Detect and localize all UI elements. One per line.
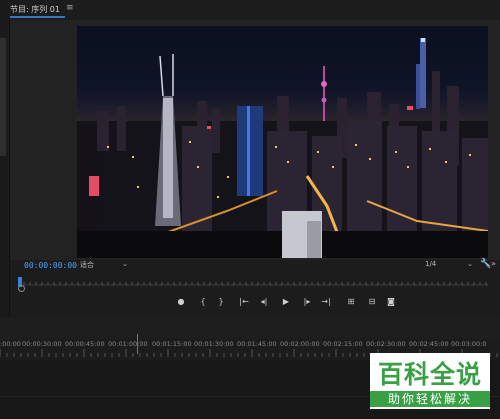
left-panel-strip bbox=[0, 0, 8, 320]
ruler-label: 00:01:30:00 bbox=[194, 340, 234, 348]
ruler-label: 00:02:00:00 bbox=[280, 340, 320, 348]
program-monitor-tab[interactable]: 节目: 序列 01 bbox=[10, 4, 60, 15]
ruler-label: 00:01:45:00 bbox=[237, 340, 277, 348]
timeline-playhead[interactable] bbox=[137, 334, 138, 354]
go-to-in-icon[interactable]: |← bbox=[238, 296, 250, 308]
mark-out-icon[interactable]: } bbox=[215, 296, 227, 308]
settings-wrench-icon[interactable]: 🔧 bbox=[480, 259, 491, 269]
timeline-header bbox=[0, 318, 500, 338]
go-to-out-icon[interactable]: →| bbox=[320, 296, 332, 308]
ruler-label: 00:02:45:00 bbox=[409, 340, 449, 348]
playback-resolution-label: 1/4 bbox=[425, 260, 437, 268]
program-monitor-header bbox=[10, 0, 500, 18]
night-city-image bbox=[77, 26, 488, 258]
mini-time-ruler[interactable] bbox=[18, 274, 488, 288]
watermark-subtitle: 助你轻松解决 bbox=[370, 391, 490, 407]
ruler-label: 00:02:30:00 bbox=[366, 340, 406, 348]
overwrite-icon[interactable]: ⊟ bbox=[366, 296, 378, 308]
chevron-down-icon: ⌄ bbox=[467, 260, 473, 268]
work-area-handle[interactable] bbox=[18, 285, 25, 292]
ruler-label: 00:00:30:00 bbox=[22, 340, 62, 348]
step-forward-icon[interactable]: |▸ bbox=[301, 296, 313, 308]
step-back-icon[interactable]: ◂| bbox=[258, 296, 270, 308]
chevron-down-icon: ⌄ bbox=[122, 260, 128, 268]
ruler-label: 00:01:15:00 bbox=[152, 340, 192, 348]
ruler-label: 00:01:00:00 bbox=[108, 340, 148, 348]
panel-menu-icon[interactable]: ≡ bbox=[66, 3, 74, 13]
ruler-label: 00:03:00:0 bbox=[451, 340, 487, 348]
ruler-label: :00:00 bbox=[0, 340, 21, 348]
insert-icon[interactable]: ⊞ bbox=[345, 296, 357, 308]
left-panel-scrollbar[interactable] bbox=[0, 38, 6, 156]
add-marker-icon[interactable]: ● bbox=[175, 296, 187, 308]
export-frame-icon[interactable]: ◙ bbox=[385, 296, 397, 308]
video-frame[interactable] bbox=[77, 26, 488, 258]
watermark-title: 百科全说 bbox=[377, 360, 482, 389]
zoom-fit-dropdown[interactable]: 适合 ⌄ bbox=[80, 260, 128, 270]
play-icon[interactable]: ▶ bbox=[280, 296, 292, 308]
zoom-fit-label: 适合 bbox=[80, 261, 94, 269]
active-tab-indicator bbox=[10, 16, 65, 18]
mark-in-icon[interactable]: { bbox=[197, 296, 209, 308]
playback-resolution-dropdown[interactable]: 1/4 ⌄ bbox=[425, 260, 473, 270]
ruler-label: 00:02:15:00 bbox=[323, 340, 363, 348]
watermark-logo: 百科全说 助你轻松解决 bbox=[370, 353, 490, 409]
more-options-icon[interactable]: » bbox=[491, 259, 496, 268]
playhead-timecode[interactable]: 00:00:00:00 bbox=[24, 261, 77, 270]
ruler-label: 00:00:45:00 bbox=[65, 340, 105, 348]
